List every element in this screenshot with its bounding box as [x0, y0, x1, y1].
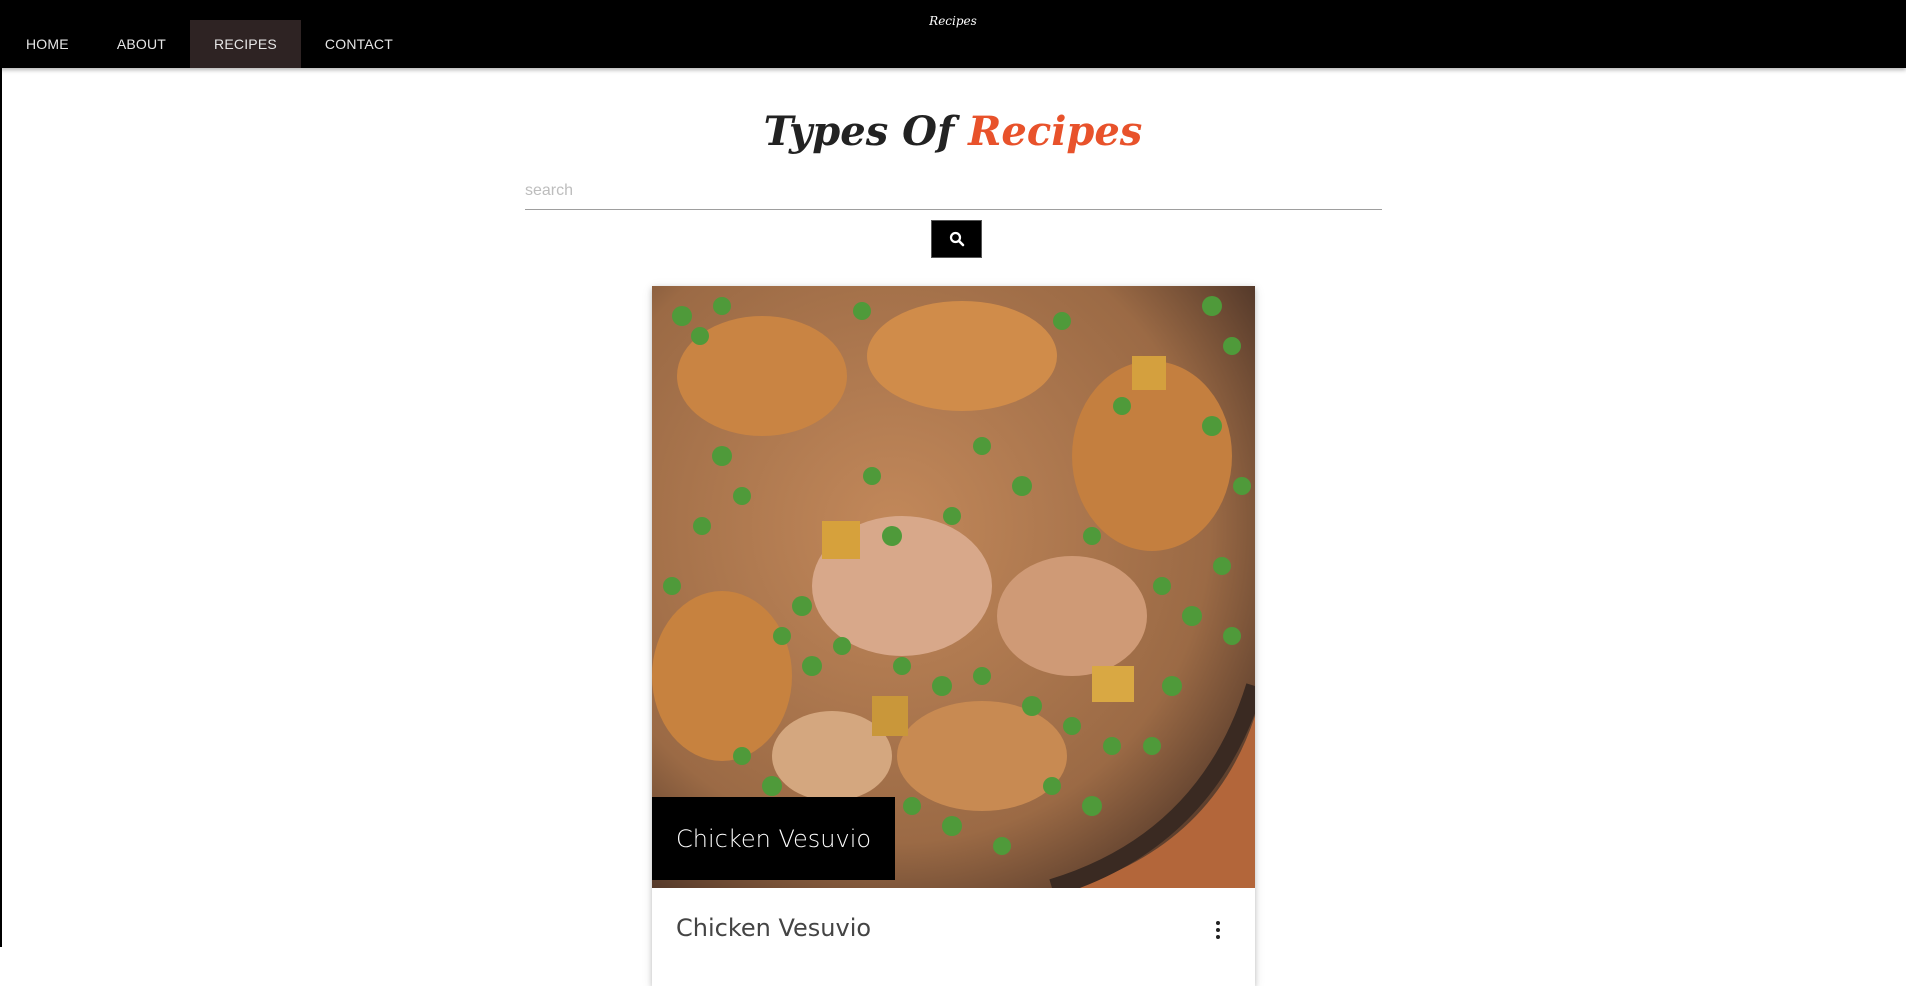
search-button[interactable] [931, 220, 982, 258]
nav-item-contact[interactable]: CONTACT [301, 20, 417, 68]
search-input[interactable] [525, 172, 1382, 210]
recipe-card: Chicken Vesuvio Chicken Vesuvio [652, 286, 1255, 986]
nav-item-about[interactable]: ABOUT [93, 20, 190, 68]
search-icon [949, 231, 965, 247]
nav-menu: HOME ABOUT RECIPES CONTACT [2, 20, 417, 68]
page-title-accent: Recipes [968, 108, 1143, 155]
page-title: Types Of Recipes [0, 108, 1906, 155]
recipe-image[interactable]: Chicken Vesuvio [652, 286, 1255, 888]
page-title-prefix: Types Of [763, 108, 955, 155]
recipe-title[interactable]: Chicken Vesuvio [676, 914, 871, 942]
more-vert-icon[interactable] [1206, 917, 1230, 943]
nav-item-recipes[interactable]: RECIPES [190, 20, 301, 68]
top-navbar: Recipes HOME ABOUT RECIPES CONTACT [0, 0, 1906, 68]
nav-item-home[interactable]: HOME [2, 20, 93, 68]
recipe-image-caption: Chicken Vesuvio [652, 797, 896, 880]
